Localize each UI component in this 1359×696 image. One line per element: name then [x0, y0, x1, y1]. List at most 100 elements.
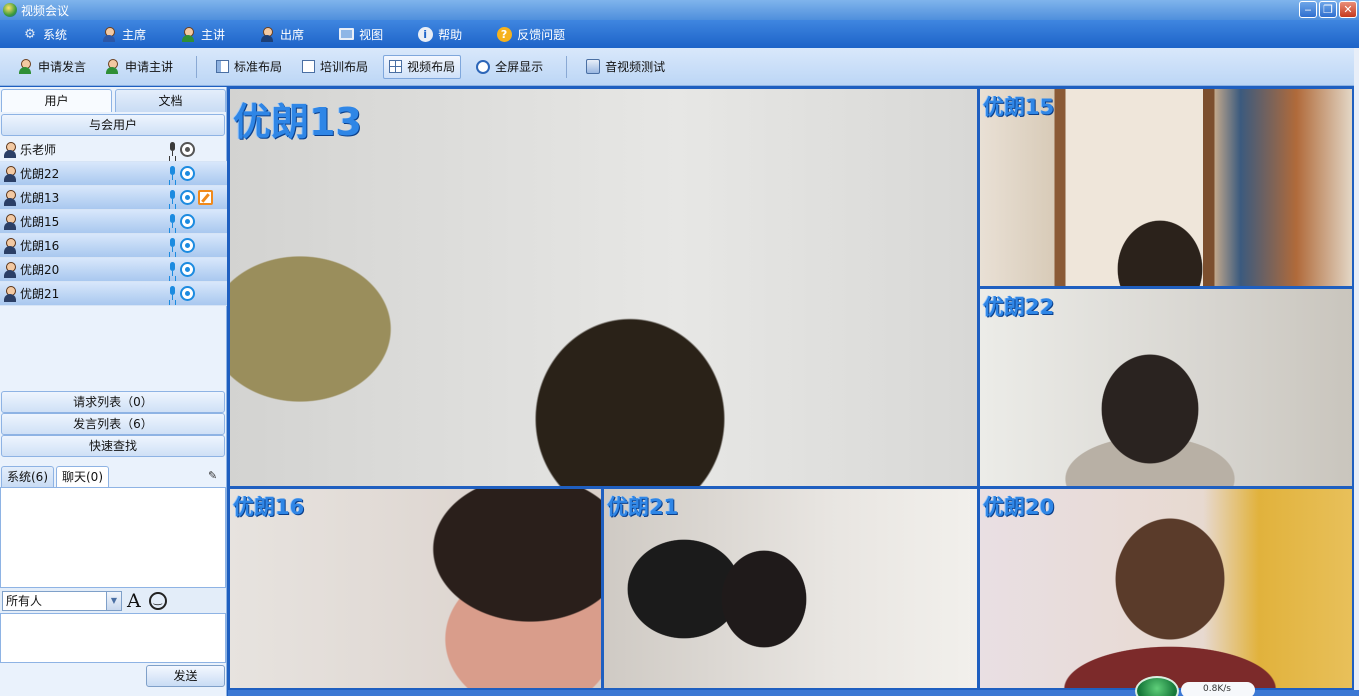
tab-documents[interactable]: 文档: [115, 89, 226, 112]
video-label: 优朗20: [983, 495, 1055, 519]
list-item[interactable]: 优朗13: [0, 186, 227, 210]
menu-view[interactable]: 视图: [338, 26, 383, 43]
gear-icon: ⚙: [24, 26, 36, 42]
video-main[interactable]: 优朗13: [230, 89, 977, 486]
speak-list-button[interactable]: 发言列表（6）: [1, 413, 225, 435]
speaker-icon: [181, 26, 195, 42]
menu-speaker[interactable]: 主讲: [180, 26, 225, 43]
send-button[interactable]: 发送: [146, 665, 225, 687]
mic-active-icon[interactable]: [168, 166, 177, 181]
mic-active-icon[interactable]: [168, 286, 177, 301]
chat-tabs: 系统(6) 聊天(0) ✎: [1, 465, 226, 487]
user-name: 优朗16: [20, 239, 60, 253]
menu-chairman[interactable]: 主席: [101, 26, 146, 43]
mic-icon[interactable]: [168, 142, 177, 157]
attendees-header[interactable]: 与会用户: [1, 114, 225, 136]
fullscreen-button[interactable]: 全屏显示: [471, 55, 548, 79]
mic-active-icon[interactable]: [168, 214, 177, 229]
chat-log: [0, 487, 226, 588]
help-icon: ?: [496, 26, 512, 42]
list-item[interactable]: 优朗22: [0, 162, 227, 186]
mic-active-icon[interactable]: [168, 238, 177, 253]
standard-layout-icon: [216, 60, 230, 73]
video-bottom-mid[interactable]: 优朗21: [604, 489, 977, 688]
tab-users[interactable]: 用户: [1, 89, 112, 112]
request-speak-button[interactable]: 申请发言: [14, 55, 91, 79]
quick-search-button[interactable]: 快速查找: [1, 435, 225, 457]
recipient-select[interactable]: 所有人 ▼: [2, 590, 122, 611]
av-test-button[interactable]: 音视频测试: [581, 55, 670, 79]
network-globe-icon: [1135, 676, 1179, 696]
network-speed: 0.8K/s: [1181, 682, 1255, 696]
video-bottom-left[interactable]: 优朗16: [230, 489, 601, 688]
user-name: 优朗22: [20, 167, 60, 181]
camera-active-icon[interactable]: [180, 262, 195, 277]
emoji-icon[interactable]: ‿: [148, 591, 167, 610]
training-layout-button[interactable]: 培训布局: [297, 55, 373, 79]
user-status: [168, 286, 195, 301]
user-list: 乐老师 优朗22 优朗13 优朗15 优朗16 优朗20 优朗21: [0, 138, 227, 306]
grid-layout-icon: [389, 60, 403, 73]
chevron-down-icon[interactable]: ▼: [106, 591, 121, 610]
user-avatar-icon: [3, 237, 18, 254]
camera-active-icon[interactable]: [180, 286, 195, 301]
camera-active-icon[interactable]: [180, 238, 195, 253]
video-bottom-right[interactable]: 优朗20: [980, 489, 1352, 688]
camera-active-icon[interactable]: [180, 166, 195, 181]
app-logo-icon: [3, 3, 17, 17]
video-layout-button[interactable]: 视频布局: [383, 54, 462, 79]
minimize-button[interactable]: ‒: [1299, 1, 1317, 18]
menu-feedback-label: 反馈问题: [517, 27, 566, 42]
camera-icon[interactable]: [180, 142, 195, 157]
network-indicator[interactable]: 0.8K/s: [1135, 676, 1257, 696]
user-name: 优朗20: [20, 263, 60, 277]
list-item[interactable]: 优朗15: [0, 210, 227, 234]
menu-system[interactable]: ⚙ 系统: [22, 26, 67, 43]
tab-system-messages[interactable]: 系统(6): [1, 466, 54, 487]
menu-bar: ⚙ 系统 主席 主讲 出席 视图 i 帮助 ? 反馈问题: [0, 20, 1359, 48]
menu-help[interactable]: i 帮助: [417, 26, 462, 43]
video-label: 优朗16: [233, 495, 305, 519]
mic-active-icon[interactable]: [168, 190, 177, 205]
user-status: [168, 262, 195, 277]
user-name: 优朗13: [20, 191, 60, 205]
monitor-icon: [338, 28, 354, 40]
menu-help-label: 帮助: [438, 27, 463, 42]
request-speak-label: 申请发言: [38, 60, 87, 74]
close-button[interactable]: ✕: [1339, 1, 1357, 18]
pin-icon[interactable]: ✎: [208, 469, 220, 482]
camera-active-icon[interactable]: [180, 214, 195, 229]
video-mid-right[interactable]: 优朗22: [980, 289, 1352, 486]
list-item[interactable]: 乐老师: [0, 138, 227, 162]
user-status: [168, 238, 195, 253]
request-list-button[interactable]: 请求列表（0）: [1, 391, 225, 413]
video-top-right[interactable]: 优朗15: [980, 89, 1352, 286]
av-test-icon: [586, 59, 601, 74]
toolbar-separator: [196, 55, 198, 78]
restore-button[interactable]: ❐: [1319, 1, 1337, 18]
list-item[interactable]: 优朗21: [0, 282, 227, 306]
video-grid: 优朗13 优朗15 优朗22 优朗16 优朗21 优朗20: [228, 87, 1354, 690]
chat-input[interactable]: [0, 613, 226, 663]
request-host-button[interactable]: 申请主讲: [101, 55, 178, 79]
menu-feedback[interactable]: ? 反馈问题: [496, 26, 565, 43]
list-item[interactable]: 优朗16: [0, 234, 227, 258]
edit-icon[interactable]: [198, 190, 213, 205]
fullscreen-icon: [476, 59, 491, 74]
list-item[interactable]: 优朗20: [0, 258, 227, 282]
font-icon[interactable]: A: [127, 591, 141, 611]
chat-controls: 所有人 ▼ A ‿: [0, 588, 226, 613]
user-avatar-icon: [3, 165, 18, 182]
user-avatar-icon: [3, 261, 18, 278]
user-avatar-icon: [3, 141, 18, 158]
fullscreen-label: 全屏显示: [495, 60, 544, 74]
window-title: 视频会议: [21, 3, 70, 18]
tab-chat[interactable]: 聊天(0): [56, 466, 109, 487]
user-status: [168, 190, 213, 205]
video-label: 优朗22: [983, 295, 1055, 319]
mic-active-icon[interactable]: [168, 262, 177, 277]
standard-layout-button[interactable]: 标准布局: [211, 55, 287, 79]
camera-active-icon[interactable]: [180, 190, 195, 205]
menu-attend[interactable]: 出席: [259, 26, 304, 43]
user-avatar-icon: [3, 189, 18, 206]
